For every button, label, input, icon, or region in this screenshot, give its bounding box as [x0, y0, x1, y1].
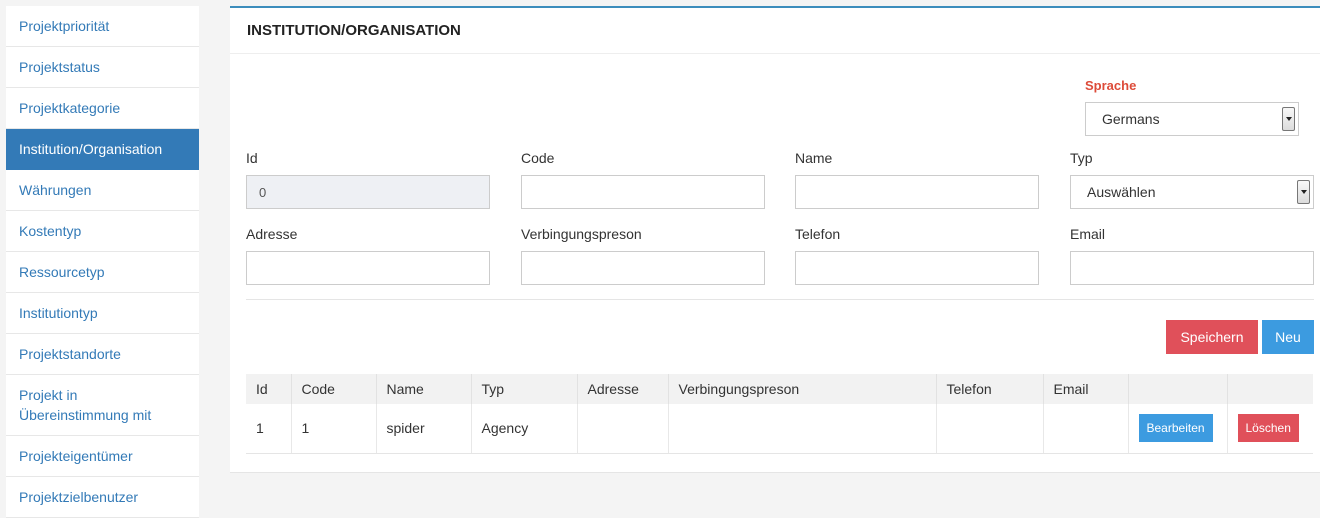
column-header-delete: [1226, 374, 1313, 404]
table-header-row: Id Code Name Typ Adresse Verbingungspres…: [246, 374, 1313, 404]
sidebar-item-projektstatus[interactable]: Projektstatus: [6, 47, 199, 88]
language-group: Sprache Germans: [1085, 78, 1299, 136]
telefon-label: Telefon: [795, 226, 841, 242]
cell-name: spider: [375, 404, 471, 454]
telefon-field-group: Telefon: [795, 226, 1039, 285]
institution-table: Id Code Name Typ Adresse Verbingungspres…: [246, 374, 1313, 454]
sidebar-item-projektzielbenutzer[interactable]: Projektzielbenutzer: [6, 477, 199, 518]
code-label: Code: [521, 150, 555, 166]
email-field-group: Email: [1070, 226, 1314, 285]
adresse-label: Adresse: [246, 226, 298, 242]
column-header-verbindungsperson: Verbingungspreson: [667, 374, 936, 404]
adresse-input[interactable]: [246, 251, 490, 285]
cell-telefon: [935, 404, 1043, 454]
sidebar-item-projektprioritaet[interactable]: Projektpriorität: [6, 6, 199, 47]
sidebar-item-projekt-uebereinstimmung[interactable]: Projekt in Übereinstimmung mit: [6, 375, 199, 436]
sidebar-item-projektkategorie[interactable]: Projektkategorie: [6, 88, 199, 129]
cell-delete: Löschen: [1226, 404, 1313, 454]
name-label: Name: [795, 150, 833, 166]
email-label: Email: [1070, 226, 1106, 242]
sidebar-item-institutiontyp[interactable]: Institutiontyp: [6, 293, 199, 334]
cell-typ: Agency: [470, 404, 577, 454]
typ-field-group: Typ Auswählen: [1070, 150, 1314, 209]
cell-email: [1042, 404, 1128, 454]
code-input[interactable]: [521, 175, 765, 209]
column-header-adresse: Adresse: [576, 374, 668, 404]
typ-select-value: Auswählen: [1087, 184, 1156, 200]
table-row: 1 1 spider Agency Bearbeiten Löschen: [246, 404, 1313, 454]
adresse-field-group: Adresse: [246, 226, 490, 285]
delete-button[interactable]: Löschen: [1237, 414, 1299, 443]
panel-header: INSTITUTION/ORGANISATION: [230, 8, 1320, 54]
column-header-email: Email: [1042, 374, 1128, 404]
sidebar-item-kostentyp[interactable]: Kostentyp: [6, 211, 199, 252]
language-select-value: Germans: [1102, 111, 1160, 127]
cell-id: 1: [246, 404, 291, 454]
typ-select[interactable]: Auswählen: [1070, 175, 1314, 209]
cell-adresse: [576, 404, 668, 454]
column-header-code: Code: [290, 374, 376, 404]
cell-verbindungsperson: [667, 404, 936, 454]
code-field-group: Code: [521, 150, 765, 209]
sidebar-item-waehrungen[interactable]: Währungen: [6, 170, 199, 211]
id-label: Id: [246, 150, 258, 166]
name-input[interactable]: [795, 175, 1039, 209]
new-button[interactable]: Neu: [1262, 320, 1314, 354]
email-input[interactable]: [1070, 251, 1314, 285]
sidebar-item-ressourcetyp[interactable]: Ressourcetyp: [6, 252, 199, 293]
chevron-down-icon: [1297, 180, 1310, 204]
column-header-telefon: Telefon: [935, 374, 1043, 404]
save-button[interactable]: Speichern: [1166, 320, 1258, 354]
language-select[interactable]: Germans: [1085, 102, 1299, 136]
verbindungsperson-label: Verbingungspreson: [521, 226, 642, 242]
sidebar-nav: Projektpriorität Projektstatus Projektka…: [6, 6, 199, 518]
column-header-id: Id: [246, 374, 291, 404]
column-header-typ: Typ: [470, 374, 577, 404]
id-field-group: Id: [246, 150, 490, 209]
page-title: INSTITUTION/ORGANISATION: [247, 22, 461, 39]
verbindungsperson-field-group: Verbingungspreson: [521, 226, 765, 285]
edit-button[interactable]: Bearbeiten: [1138, 414, 1213, 443]
column-header-name: Name: [375, 374, 471, 404]
id-input[interactable]: [246, 175, 490, 209]
verbindungsperson-input[interactable]: [521, 251, 765, 285]
cell-code: 1: [290, 404, 376, 454]
column-header-edit: [1127, 374, 1227, 404]
sidebar-item-projektstandorte[interactable]: Projektstandorte: [6, 334, 199, 375]
language-label: Sprache: [1085, 78, 1137, 93]
telefon-input[interactable]: [795, 251, 1039, 285]
sidebar-item-institution-organisation[interactable]: Institution/Organisation: [6, 129, 199, 170]
cell-edit: Bearbeiten: [1127, 404, 1227, 454]
name-field-group: Name: [795, 150, 1039, 209]
institution-panel: INSTITUTION/ORGANISATION Sprache Germans…: [230, 6, 1320, 473]
form-divider: [246, 299, 1314, 300]
chevron-down-icon: [1282, 107, 1295, 131]
sidebar-item-projekteigentuemer[interactable]: Projekteigentümer: [6, 436, 199, 477]
typ-label: Typ: [1070, 150, 1093, 166]
